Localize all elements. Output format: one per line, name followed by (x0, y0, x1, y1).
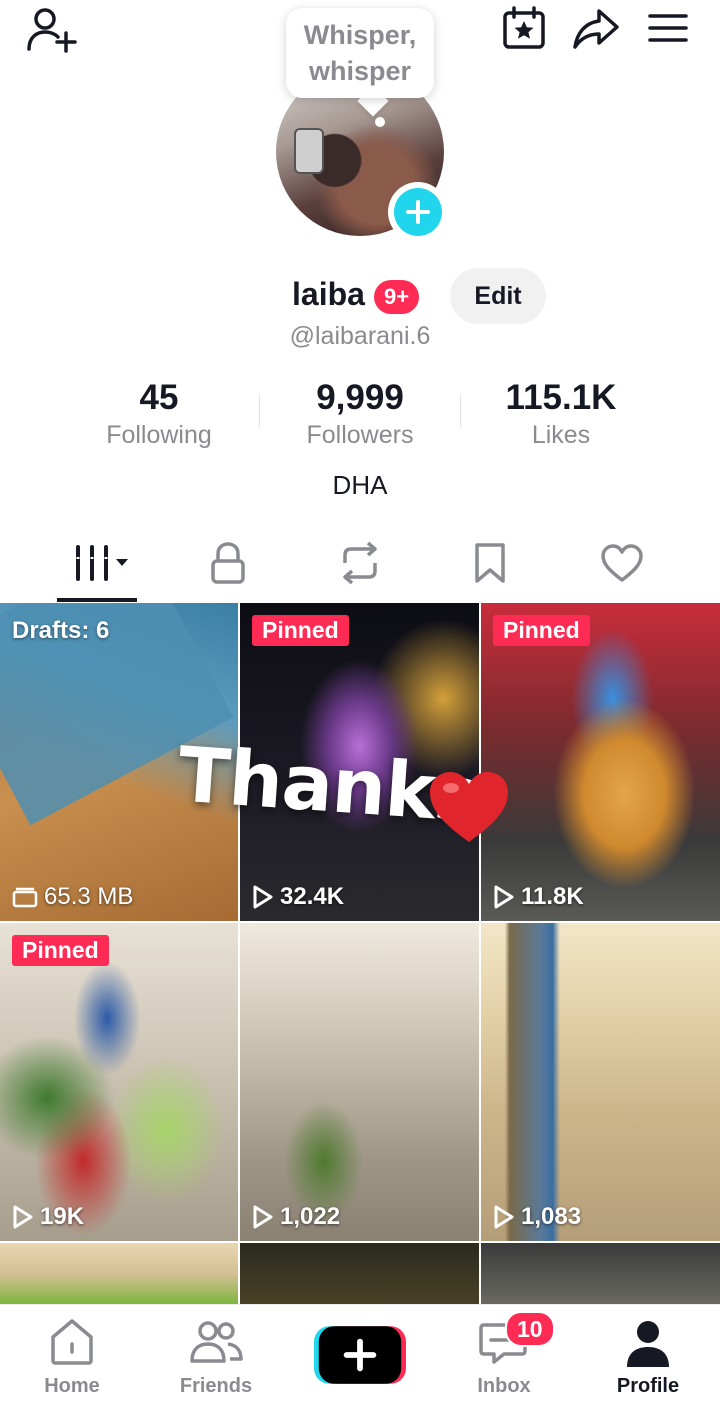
menu-button[interactable] (644, 4, 692, 52)
video-tile[interactable]: 1,083 (481, 923, 720, 1241)
video-tile[interactable]: Pinned 19K (0, 923, 238, 1241)
nav-profile-label: Profile (616, 1375, 680, 1397)
nav-inbox-label: Inbox (477, 1375, 531, 1397)
inbox-badge: 10 (505, 1311, 555, 1347)
add-story-button[interactable] (388, 182, 448, 242)
pinned-badge: Pinned (493, 615, 590, 646)
view-count: 11.8K (493, 883, 584, 911)
repost-icon (343, 541, 377, 585)
followers-count: 9,999 (316, 378, 404, 417)
nav-friends[interactable]: Friends (144, 1305, 288, 1409)
nav-home[interactable]: Home (0, 1305, 144, 1409)
nav-profile[interactable]: Profile (576, 1305, 720, 1409)
bio-text: DHA (332, 470, 388, 500)
tab-favorites[interactable] (462, 538, 518, 588)
drafts-size: 65.3 MB (12, 883, 133, 911)
pinned-badge: Pinned (12, 935, 109, 966)
play-icon (494, 885, 514, 909)
red-heart-icon (430, 772, 508, 842)
whisper-tooltip[interactable]: Whisper, whisper (286, 8, 434, 98)
username: laiba (292, 276, 365, 312)
drafts-size-text: 65.3 MB (44, 883, 134, 910)
tab-reposts[interactable] (332, 538, 388, 588)
nav-create[interactable] (288, 1305, 432, 1409)
stat-following[interactable]: 45 Following (59, 378, 259, 452)
video-tile[interactable] (240, 1243, 479, 1305)
video-tile[interactable]: 1,022 (240, 923, 479, 1241)
view-count-text: 11.8K (521, 883, 584, 910)
view-count: 1,083 (493, 1203, 581, 1231)
play-icon (253, 1205, 273, 1229)
videos-grid-icon (76, 545, 128, 581)
video-tile[interactable] (0, 1243, 238, 1305)
tab-private[interactable] (200, 538, 256, 588)
view-count-text: 1,022 (280, 1203, 341, 1230)
share-arrow-icon (573, 9, 619, 49)
add-friend-button[interactable] (22, 4, 80, 54)
following-label: Following (106, 421, 212, 449)
tab-videos[interactable] (60, 538, 140, 588)
bookmark-icon (475, 543, 505, 583)
followers-label: Followers (306, 421, 414, 449)
play-icon (494, 1205, 514, 1229)
create-plus-icon (314, 1326, 406, 1384)
view-count: 19K (12, 1203, 84, 1231)
storage-icon (12, 887, 38, 908)
hamburger-menu-icon (648, 14, 688, 42)
home-icon (51, 1319, 93, 1365)
share-button[interactable] (570, 4, 622, 52)
stat-followers[interactable]: 9,999 Followers (260, 378, 460, 452)
play-icon (253, 885, 273, 909)
active-tab-indicator (57, 598, 137, 602)
video-tile[interactable]: Pinned 11.8K (481, 603, 720, 921)
user-handle: @laibarani.6 (289, 322, 431, 350)
pinned-badge: Pinned (252, 615, 349, 646)
view-count-text: 19K (40, 1203, 85, 1230)
drafts-label: Drafts: 6 (12, 617, 110, 644)
likes-label: Likes (531, 421, 591, 449)
video-tile[interactable] (481, 1243, 720, 1305)
view-count: 1,022 (252, 1203, 340, 1231)
nav-inbox[interactable]: Inbox (432, 1305, 576, 1409)
nav-home-label: Home (44, 1375, 100, 1397)
nav-friends-label: Friends (179, 1375, 253, 1397)
calendar-star-icon (503, 6, 545, 49)
view-count-text: 1,083 (521, 1203, 582, 1230)
tooltip-dot (375, 117, 385, 127)
calendar-button[interactable] (500, 4, 548, 52)
notification-badge: 9+ (374, 280, 420, 314)
stat-likes[interactable]: 115.1K Likes (461, 378, 661, 452)
play-icon (13, 1205, 33, 1229)
profile-icon (627, 1321, 669, 1367)
friends-icon (190, 1321, 243, 1363)
view-count: 32.4K (252, 883, 344, 911)
lock-icon (211, 542, 245, 584)
tab-liked[interactable] (594, 538, 650, 588)
heart-icon (601, 544, 643, 582)
likes-count: 115.1K (505, 378, 617, 417)
avatar-phone-shape (294, 128, 324, 174)
plus-icon (406, 200, 430, 224)
edit-profile-button[interactable]: Edit (450, 268, 546, 324)
bottom-nav: Home Friends Inbox Profile (0, 1304, 720, 1409)
person-plus-icon (27, 8, 77, 53)
view-count-text: 32.4K (280, 883, 345, 910)
following-count: 45 (139, 378, 179, 417)
